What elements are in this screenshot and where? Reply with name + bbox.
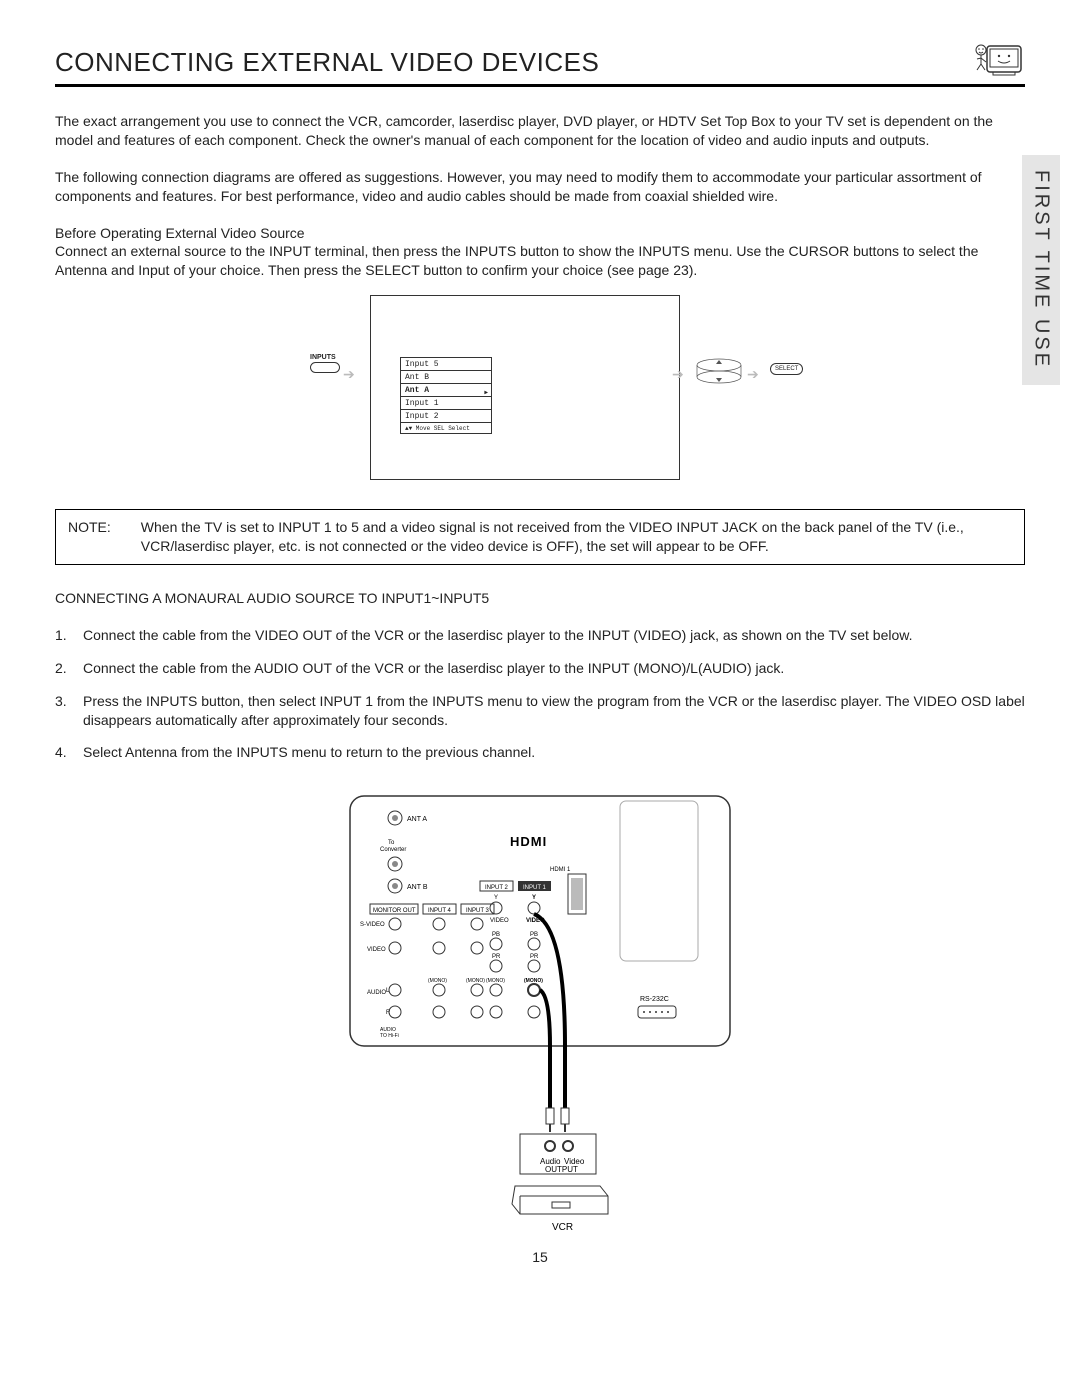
side-tab: FIRST TIME USE xyxy=(1022,155,1060,385)
hdmi-logo: HDMI xyxy=(510,834,547,849)
svg-text:PB: PB xyxy=(530,932,538,938)
page-number: 15 xyxy=(55,1248,1025,1267)
svg-text:AUDIO: AUDIO xyxy=(367,990,386,996)
label-to-converter: To xyxy=(388,840,395,846)
menu-row: Ant B xyxy=(400,370,492,384)
list-item: 3.Press the INPUTS button, then select I… xyxy=(55,692,1025,730)
svg-text:MONITOR OUT: MONITOR OUT xyxy=(373,908,416,914)
svg-text:INPUT 1: INPUT 1 xyxy=(523,885,547,891)
intro-paragraph-1: The exact arrangement you use to connect… xyxy=(55,112,1025,150)
svg-text:VIDEO: VIDEO xyxy=(490,918,509,924)
svg-text:INPUT 2: INPUT 2 xyxy=(485,885,509,891)
menu-row: Input 2 xyxy=(400,409,492,423)
svg-text:(MONO): (MONO) xyxy=(486,978,505,984)
svg-text:(MONO): (MONO) xyxy=(428,978,447,984)
mono-heading: CONNECTING A MONAURAL AUDIO SOURCE TO IN… xyxy=(55,589,1025,608)
svg-text:INPUT 3: INPUT 3 xyxy=(466,908,490,914)
page-title: CONNECTING EXTERNAL VIDEO DEVICES xyxy=(55,45,599,80)
intro-paragraph-2: The following connection diagrams are of… xyxy=(55,168,1025,206)
back-panel-diagram: ANT A To Converter ANT B HDMI HDMI 1 MON… xyxy=(340,786,740,1236)
steps-list: 1.Connect the cable from the VIDEO OUT o… xyxy=(55,626,1025,762)
menu-row: Input 5 xyxy=(400,357,492,371)
svg-text:Y: Y xyxy=(532,895,536,901)
side-tab-label: FIRST TIME USE xyxy=(1028,170,1055,369)
svg-text:Y: Y xyxy=(494,895,498,901)
svg-text:TO Hi-Fi: TO Hi-Fi xyxy=(380,1033,399,1039)
svg-text:VIDEO: VIDEO xyxy=(367,947,386,953)
list-item: 2.Connect the cable from the AUDIO OUT o… xyxy=(55,659,1025,678)
label-ant-a: ANT A xyxy=(407,816,427,823)
svg-text:Converter: Converter xyxy=(380,847,406,853)
note-label: NOTE: xyxy=(68,518,111,556)
menu-row: Input 1 xyxy=(400,396,492,410)
svg-text:S-VIDEO: S-VIDEO xyxy=(360,922,385,928)
before-operating: Before Operating External Video Source C… xyxy=(55,224,1025,281)
inputs-menu-table: Input 5 Ant B Ant A Input 1 Input 2 ▲▼ M… xyxy=(400,357,492,433)
svg-text:PR: PR xyxy=(492,954,501,960)
note-text: When the TV is set to INPUT 1 to 5 and a… xyxy=(141,518,1012,556)
note-box: NOTE: When the TV is set to INPUT 1 to 5… xyxy=(55,509,1025,565)
svg-text:HDMI 1: HDMI 1 xyxy=(550,867,571,873)
menu-hint: ▲▼ Move SEL Select xyxy=(400,422,492,434)
before-heading: Before Operating External Video Source xyxy=(55,225,305,241)
svg-text:PR: PR xyxy=(530,954,539,960)
arrow-icon: ➔ xyxy=(747,365,759,384)
select-button-icon: SELECT xyxy=(770,363,803,375)
list-item: 1.Connect the cable from the VIDEO OUT o… xyxy=(55,626,1025,645)
list-item: 4.Select Antenna from the INPUTS menu to… xyxy=(55,743,1025,762)
page-header: CONNECTING EXTERNAL VIDEO DEVICES xyxy=(55,40,1025,87)
arrow-icon: ➔ xyxy=(672,365,684,384)
menu-row-selected: Ant A xyxy=(400,383,492,397)
label-ant-b: ANT B xyxy=(407,884,428,891)
cursor-buttons-icon xyxy=(695,357,743,390)
svg-text:RS-232C: RS-232C xyxy=(640,996,669,1003)
before-body: Connect an external source to the INPUT … xyxy=(55,243,978,278)
svg-text:PB: PB xyxy=(492,932,500,938)
tv-smiley-icon xyxy=(965,40,1025,80)
inputs-menu-diagram: INPUTS ➔ Input 5 Ant B Ant A Input 1 Inp… xyxy=(310,295,770,485)
inputs-button-icon xyxy=(310,362,340,373)
arrow-icon: ➔ xyxy=(343,365,355,384)
svg-text:INPUT 4: INPUT 4 xyxy=(428,908,452,914)
svg-text:(MONO): (MONO) xyxy=(466,978,485,984)
svg-text:OUTPUT: OUTPUT xyxy=(545,1165,578,1174)
svg-text:VCR: VCR xyxy=(552,1222,573,1233)
